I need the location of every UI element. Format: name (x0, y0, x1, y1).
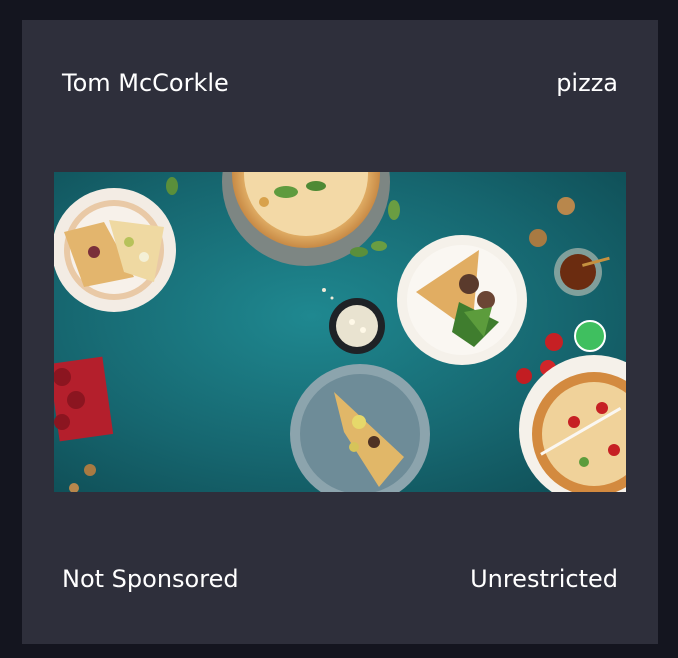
usage-rights-label: Unrestricted (470, 565, 618, 593)
status-indicator (574, 320, 606, 352)
pizza-photo[interactable] (54, 172, 626, 492)
author-name: Tom McCorkle (62, 69, 229, 97)
sponsorship-label: Not Sponsored (62, 565, 239, 593)
media-card[interactable]: Tom McCorkle pizza Not Sponsored Unrestr… (22, 20, 658, 644)
photo-illustration (54, 172, 626, 492)
tag-label: pizza (556, 69, 618, 97)
